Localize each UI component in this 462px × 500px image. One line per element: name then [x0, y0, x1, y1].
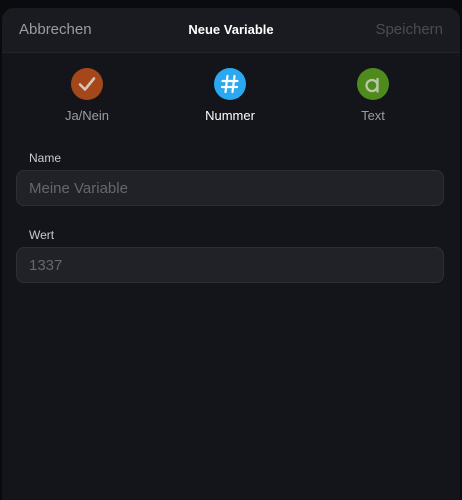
type-label-yes-no: Ja/Nein [64, 108, 110, 123]
type-option-number[interactable]: Nummer [180, 68, 280, 123]
checkmark-icon [71, 68, 103, 100]
type-option-text[interactable]: Text [323, 68, 423, 123]
value-input[interactable] [29, 248, 429, 282]
type-label-number: Nummer [205, 108, 255, 123]
hash-icon [214, 68, 246, 100]
save-button[interactable]: Speichern [375, 21, 443, 38]
letter-a-icon [357, 68, 389, 100]
name-input[interactable] [29, 171, 429, 205]
type-label-text: Text [361, 108, 385, 123]
value-field [16, 247, 444, 283]
name-field [16, 170, 444, 206]
variable-type-selector: Ja/Nein Nummer Text [2, 68, 460, 130]
value-field-label: Wert [29, 228, 55, 242]
type-option-yes-no[interactable]: Ja/Nein [37, 68, 137, 123]
name-field-label: Name [29, 151, 62, 165]
header-bar: Abbrechen Neue Variable Speichern [2, 8, 460, 53]
new-variable-sheet: Abbrechen Neue Variable Speichern Ja/Nei… [2, 8, 460, 500]
